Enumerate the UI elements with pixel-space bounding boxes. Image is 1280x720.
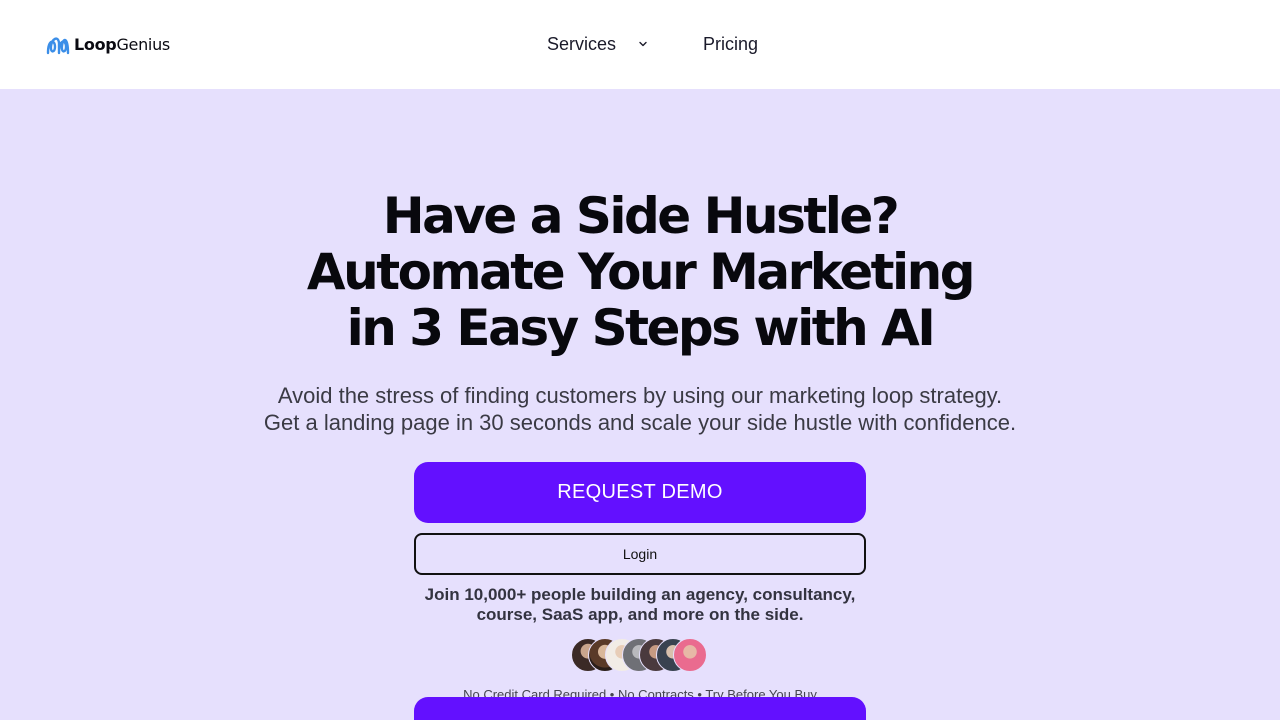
hero-subtitle-line: Get a landing page in 30 seconds and sca… [263, 410, 1017, 435]
site-header: LoopGenius Services Pricing [0, 0, 1280, 89]
social-proof-line: Join 10,000+ people building an agency, … [424, 585, 856, 604]
hero-title-line: Have a Side Hustle? [382, 187, 900, 245]
nav-services-label: Services [547, 34, 617, 54]
logo-text: LoopGenius [74, 34, 170, 54]
request-demo-button[interactable]: REQUEST DEMO [414, 462, 866, 523]
logo[interactable]: LoopGenius [46, 33, 170, 55]
hero-subtitle: Avoid the stress of finding customers by… [200, 382, 1080, 436]
social-proof-text: Join 10,000+ people building an agency, … [400, 585, 880, 625]
nav-pricing[interactable]: Pricing [703, 34, 758, 55]
secondary-cta-button[interactable] [414, 697, 866, 720]
loop-logo-icon [46, 37, 70, 55]
avatar-group [571, 638, 711, 672]
hero-title-line: Automate Your Marketing [306, 243, 976, 301]
hero-title: Have a Side Hustle? Automate Your Market… [240, 188, 1040, 356]
chevron-down-icon[interactable] [638, 40, 648, 48]
login-button[interactable]: Login [414, 533, 866, 575]
hero-subtitle-line: Avoid the stress of finding customers by… [277, 383, 1003, 408]
hero-title-line: in 3 Easy Steps with AI [346, 299, 936, 357]
social-proof-line: course, SaaS app, and more on the side. [476, 605, 804, 624]
nav-services[interactable]: Services [547, 34, 616, 55]
avatar [673, 638, 707, 672]
